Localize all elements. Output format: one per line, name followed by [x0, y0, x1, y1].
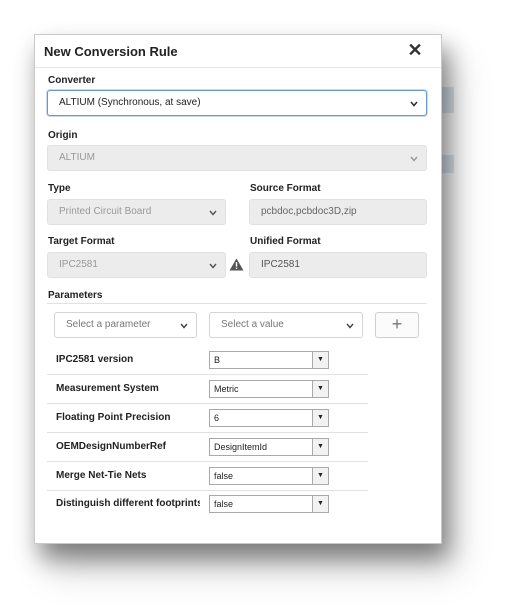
- chevron-down-icon: [208, 254, 218, 287]
- dropdown-arrow-icon[interactable]: ▼: [312, 496, 328, 512]
- parameter-value: 6: [214, 413, 220, 423]
- source-format-field: pcbdoc,pcbdoc3D,zip: [249, 199, 427, 225]
- parameter-name: Distinguish different footprints: [56, 498, 200, 509]
- target-format-select: IPC2581: [47, 252, 226, 278]
- converter-value: ALTIUM (Synchronous, at save): [59, 97, 201, 108]
- converter-label: Converter: [48, 75, 96, 86]
- value-placeholder: Select a value: [221, 319, 284, 330]
- parameter-value: Metric: [214, 384, 239, 394]
- parameter-row: IPC2581 version B ▼: [47, 346, 368, 375]
- origin-select: ALTIUM: [47, 145, 427, 171]
- dialog-title: New Conversion Rule: [44, 44, 178, 59]
- parameter-name: OEMDesignNumberRef: [56, 441, 167, 452]
- dropdown-arrow-icon[interactable]: ▼: [312, 410, 328, 426]
- parameter-select[interactable]: Select a parameter: [54, 312, 197, 338]
- dropdown-arrow-icon[interactable]: ▼: [312, 381, 328, 397]
- parameter-value: false: [214, 471, 234, 481]
- warning-icon: [229, 258, 244, 274]
- plus-icon: +: [391, 314, 403, 334]
- converter-select[interactable]: ALTIUM (Synchronous, at save): [47, 90, 427, 116]
- new-conversion-rule-dialog: New Conversion Rule ✕ Converter ALTIUM (…: [34, 34, 442, 544]
- target-format-value: IPC2581: [59, 259, 98, 270]
- source-format-label: Source Format: [250, 183, 321, 194]
- chevron-down-icon: [409, 92, 419, 125]
- parameter-value: DesignItemId: [214, 442, 268, 452]
- parameter-value-select[interactable]: B ▼: [209, 351, 329, 369]
- chevron-down-icon: [208, 201, 218, 234]
- add-parameter-button[interactable]: +: [375, 312, 419, 338]
- dialog-header: New Conversion Rule ✕: [35, 35, 441, 68]
- unified-format-label: Unified Format: [250, 236, 321, 247]
- parameter-name: IPC2581 version: [56, 354, 134, 365]
- parameter-row: Floating Point Precision 6 ▼: [47, 404, 368, 433]
- parameter-value-select[interactable]: Metric ▼: [209, 380, 329, 398]
- chevron-down-icon: [409, 147, 419, 180]
- parameter-name: Floating Point Precision: [56, 412, 171, 423]
- dropdown-arrow-icon[interactable]: ▼: [312, 352, 328, 368]
- parameters-label: Parameters: [48, 290, 103, 301]
- parameter-value-select[interactable]: false ▼: [209, 495, 329, 513]
- dropdown-arrow-icon[interactable]: ▼: [312, 468, 328, 484]
- unified-format-value: IPC2581: [261, 259, 300, 270]
- parameter-name: Measurement System: [56, 383, 159, 394]
- parameters-divider: [47, 303, 427, 304]
- parameter-row: Measurement System Metric ▼: [47, 375, 368, 404]
- parameter-row: Distinguish different footprints false ▼: [47, 490, 368, 518]
- type-select: Printed Circuit Board: [47, 199, 226, 225]
- origin-value: ALTIUM: [59, 152, 95, 163]
- parameter-value: B: [214, 355, 221, 365]
- target-format-label: Target Format: [48, 236, 115, 247]
- dropdown-arrow-icon[interactable]: ▼: [312, 439, 328, 455]
- parameter-row: Merge Net-Tie Nets false ▼: [47, 462, 368, 491]
- parameter-value-select[interactable]: DesignItemId ▼: [209, 438, 329, 456]
- close-icon[interactable]: ✕: [405, 39, 425, 61]
- value-select[interactable]: Select a value: [209, 312, 363, 338]
- unified-format-field: IPC2581: [249, 252, 427, 278]
- parameter-name: Merge Net-Tie Nets: [56, 470, 147, 481]
- parameter-placeholder: Select a parameter: [66, 319, 151, 330]
- parameter-value: false: [214, 499, 234, 509]
- type-value: Printed Circuit Board: [59, 206, 152, 217]
- parameter-value-select[interactable]: false ▼: [209, 467, 329, 485]
- parameter-row: OEMDesignNumberRef DesignItemId ▼: [47, 433, 368, 462]
- chevron-down-icon: [345, 314, 355, 347]
- origin-label: Origin: [48, 130, 78, 141]
- parameter-value-select[interactable]: 6 ▼: [209, 409, 329, 427]
- source-format-value: pcbdoc,pcbdoc3D,zip: [261, 206, 357, 217]
- type-label: Type: [48, 183, 71, 194]
- chevron-down-icon: [179, 314, 189, 347]
